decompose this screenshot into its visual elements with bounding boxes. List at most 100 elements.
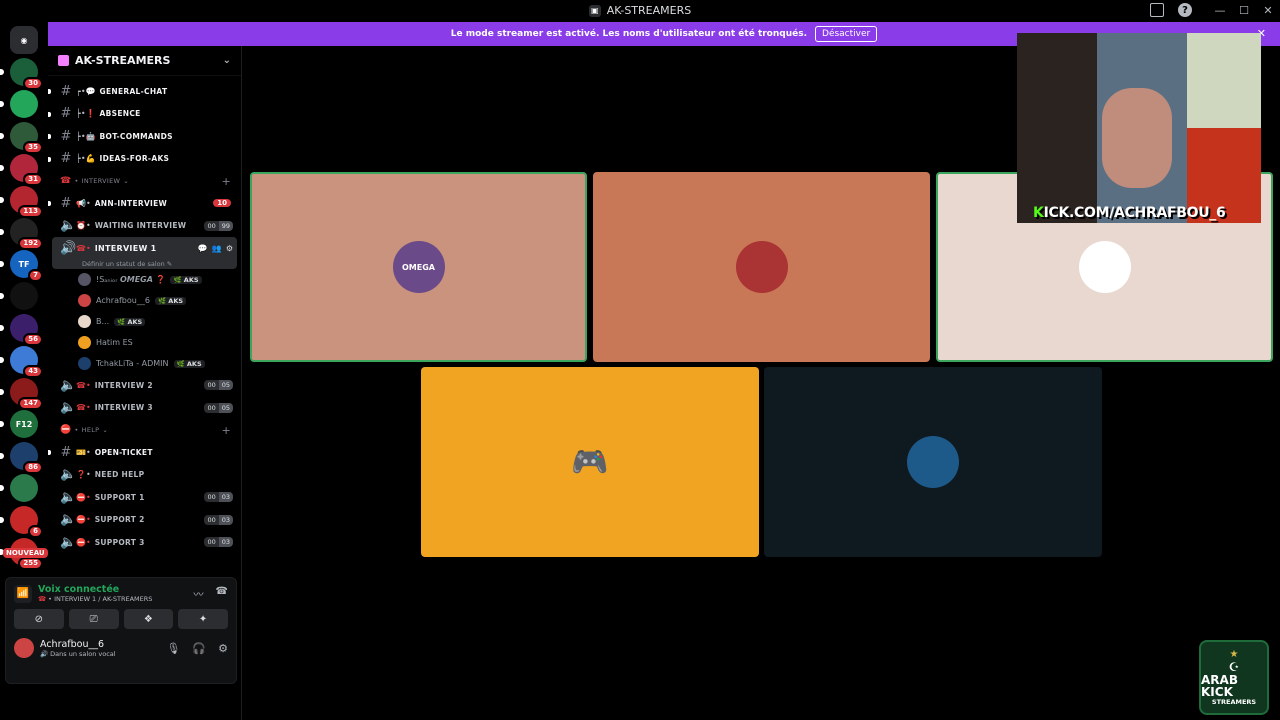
text-channel[interactable]: # ┝•❗ ABSENCE xyxy=(48,103,241,126)
participant-tile[interactable]: OMEGA xyxy=(250,172,587,362)
server-header[interactable]: AK-STREAMERS ⌄ xyxy=(48,46,241,76)
server-icon[interactable]: 6 xyxy=(0,506,43,538)
maximize-button[interactable]: ☐ xyxy=(1232,4,1256,17)
gear-icon[interactable]: ⚙ xyxy=(218,642,228,655)
unread-badge: 113 xyxy=(18,205,43,218)
channel-label: NEED HELP xyxy=(94,470,145,480)
channel-open-ticket[interactable]: # 🎫• OPEN-TICKET xyxy=(48,441,241,464)
voice-member[interactable]: TchakLiTa - ADMIN 🌿 AKS xyxy=(48,353,241,374)
voice-channel[interactable]: 🔈 ⛔• SUPPORT 3 00 03 xyxy=(48,531,241,554)
chevron-down-icon[interactable]: ⌄ xyxy=(223,55,231,66)
speaker-icon: 🔈 xyxy=(60,400,77,416)
voice-channel[interactable]: ☎ • INTERVIEW 1 / AK-STREAMERS xyxy=(38,595,152,603)
user-count: 00 05 xyxy=(204,380,233,391)
signal-icon[interactable]: 📶 xyxy=(14,584,32,603)
channel-interview-1[interactable]: 🔊 ☎• INTERVIEW 1 💬 👥 ⚙ Définir un statut… xyxy=(52,237,237,269)
channel-label: INTERVIEW 3 xyxy=(94,403,153,413)
unread-badge: 30 xyxy=(23,77,43,90)
minimize-button[interactable]: — xyxy=(1208,4,1232,17)
mention-badge: 10 xyxy=(213,199,231,208)
category-interview[interactable]: ☎ • INTERVIEW ⌄ + xyxy=(48,170,241,192)
voice-member[interactable]: Achrafbou__6 🌿 AKS xyxy=(48,290,241,311)
voice-member[interactable]: !Sₐₙᵢₒᵣ 𝙊𝙈𝙀𝙂𝘼 ❓ 🌿 AKS xyxy=(48,269,241,290)
server-icon[interactable]: 30 xyxy=(0,58,43,90)
server-icon[interactable]: F12 xyxy=(0,410,38,438)
microphone-icon[interactable]: 🎙 xyxy=(166,642,180,655)
voice-member[interactable]: Hatim ES xyxy=(48,332,241,353)
headphones-icon[interactable]: 🎧 xyxy=(192,642,206,655)
close-window-button[interactable]: ✕ xyxy=(1256,4,1280,17)
app-icon: ▣ xyxy=(588,4,601,17)
server-icon[interactable] xyxy=(0,282,38,310)
channel-label: SUPPORT 2 xyxy=(94,515,145,525)
server-icon[interactable]: 113 xyxy=(0,186,43,218)
channel-label: ANN-INTERVIEW xyxy=(94,198,168,208)
noise-suppression-icon[interactable]: 〰 xyxy=(194,586,204,601)
channel-interview-3[interactable]: 🔈 ☎• INTERVIEW 3 00 05 xyxy=(48,397,241,420)
category-help[interactable]: ⛔ • HELP ⌄ + xyxy=(48,419,241,441)
channel-waiting-interview[interactable]: 🔈 ⏰• WAITING INTERVIEW 00 99 xyxy=(48,215,241,238)
user-count: 00 99 xyxy=(204,220,233,231)
channel-need-help[interactable]: 🔈 ❓• NEED HELP xyxy=(48,464,241,487)
voice-status: Voix connectée xyxy=(38,584,120,595)
soundboard-button[interactable]: ✦ xyxy=(178,609,228,629)
camera-off-button[interactable]: ⊘ xyxy=(14,609,64,629)
server-icon[interactable]: TF 7 xyxy=(0,250,43,282)
server-icon[interactable]: 31 xyxy=(0,154,43,186)
category-label: HELP xyxy=(81,426,100,434)
phone-icon: ☎• xyxy=(76,380,91,390)
share-screen-button[interactable]: ⎚ xyxy=(68,609,119,629)
channel-label: ABSENCE xyxy=(99,109,141,119)
server-icon[interactable]: 43 xyxy=(0,346,43,378)
server-icon[interactable]: 192 xyxy=(0,218,43,250)
unread-badge: 86 xyxy=(23,461,43,474)
text-channel[interactable]: # ┍•💬 GENERAL-CHAT xyxy=(48,80,241,103)
server-icon[interactable]: 35 xyxy=(0,122,43,154)
unread-badge: 6 xyxy=(28,525,43,538)
unread-badge: 56 xyxy=(23,333,43,346)
server-icon[interactable]: 56 xyxy=(0,314,43,346)
disconnect-icon[interactable]: ☎ xyxy=(216,586,228,601)
avatar xyxy=(78,294,91,307)
channel-label: IDEAS-FOR-AKS xyxy=(99,154,170,164)
member-name: B... xyxy=(96,317,110,326)
member-name: Achrafbou__6 xyxy=(96,296,150,305)
invite-icon[interactable]: 👥 xyxy=(212,244,222,253)
disable-streamer-mode-button[interactable]: Désactiver xyxy=(815,26,878,42)
gear-icon[interactable]: ⚙ xyxy=(226,244,233,253)
new-badge: NOUVEAU xyxy=(3,548,48,558)
server-name: AK-STREAMERS xyxy=(75,54,171,67)
text-channel[interactable]: # ┝•🤖 BOT-COMMANDS xyxy=(48,125,241,148)
channel-interview-2[interactable]: 🔈 ☎• INTERVIEW 2 00 05 xyxy=(48,374,241,397)
voice-channel[interactable]: 🔈 ⛔• SUPPORT 2 00 03 xyxy=(48,509,241,532)
server-icon[interactable] xyxy=(0,474,38,502)
inbox-icon[interactable] xyxy=(1150,3,1164,17)
voice-member[interactable]: B... 🌿 AKS xyxy=(48,311,241,332)
chat-icon[interactable]: 💬 xyxy=(198,244,208,253)
text-channel[interactable]: # ┝•💪 IDEAS-FOR-AKS xyxy=(48,148,241,171)
avatar xyxy=(78,357,91,370)
avatar[interactable] xyxy=(14,638,34,658)
help-icon[interactable]: ? xyxy=(1178,3,1192,17)
participant-tile[interactable]: 🎮 xyxy=(421,367,759,557)
server-tag: 🌿 AKS xyxy=(173,359,205,368)
activities-button[interactable]: ❖ xyxy=(123,609,174,629)
discord-home-icon[interactable]: ◉ xyxy=(10,26,38,54)
add-channel-icon[interactable]: + xyxy=(221,175,231,188)
hash-icon: # xyxy=(60,128,72,144)
channel-status[interactable]: Définir un statut de salon ✎ xyxy=(82,260,172,268)
participant-tile[interactable] xyxy=(764,367,1102,557)
participant-tile[interactable] xyxy=(593,172,930,362)
server-icon[interactable]: 86 xyxy=(0,442,43,474)
speaker-icon: 🔈 xyxy=(60,534,77,550)
server-icon[interactable]: 147 xyxy=(0,378,43,410)
add-channel-icon[interactable]: + xyxy=(221,424,231,437)
voice-channel[interactable]: 🔈 ⛔• SUPPORT 1 00 03 xyxy=(48,486,241,509)
channel-label: WAITING INTERVIEW xyxy=(94,221,187,231)
speaker-icon: 🔈 xyxy=(60,489,77,505)
channel-ann-interview[interactable]: # 📢• ANN-INTERVIEW 10 xyxy=(48,192,241,215)
speaker-icon: 🔈 xyxy=(60,377,77,393)
speaker-icon: 🔈 xyxy=(60,218,77,234)
server-icon[interactable] xyxy=(0,90,38,118)
megaphone-icon: 📢• xyxy=(76,198,91,208)
